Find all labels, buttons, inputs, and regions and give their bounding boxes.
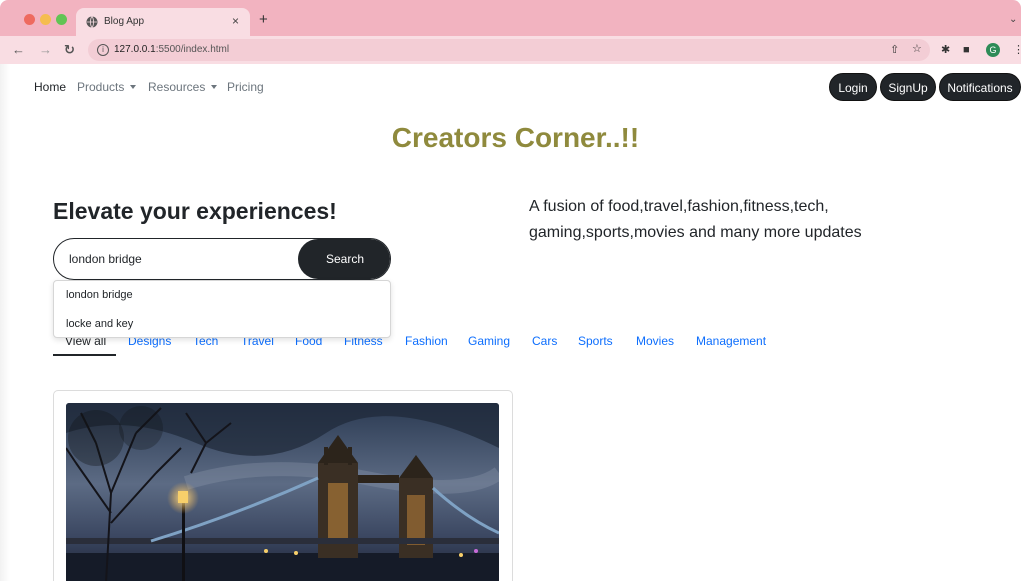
search-button[interactable]: Search bbox=[298, 239, 390, 279]
signup-button[interactable]: SignUp bbox=[880, 73, 936, 101]
tab-management[interactable]: Management bbox=[696, 334, 766, 348]
share-icon[interactable]: ⇧ bbox=[890, 43, 899, 57]
suggestion-item[interactable]: london bridge bbox=[66, 289, 133, 301]
tab-list-chevron-icon[interactable]: ⌄ bbox=[1009, 14, 1017, 25]
tab-sports[interactable]: Sports bbox=[578, 334, 613, 348]
caret-down-icon bbox=[211, 85, 218, 89]
browser-tab[interactable]: Blog App × bbox=[76, 8, 250, 36]
profile-avatar[interactable]: G bbox=[986, 43, 1000, 57]
url-bar[interactable]: i 127.0.0.1:5500/index.html ⇧ ☆ bbox=[88, 39, 930, 61]
browser-tab-strip: Blog App × + ⌄ bbox=[0, 0, 1021, 36]
blog-page: Home Products Resources Pricing Login Si… bbox=[10, 64, 1021, 581]
bookmark-star-icon[interactable]: ☆ bbox=[912, 42, 922, 56]
nav-home[interactable]: Home bbox=[34, 80, 66, 94]
new-tab-button[interactable]: + bbox=[259, 12, 268, 27]
nav-resources-dropdown[interactable]: Resources bbox=[148, 80, 218, 94]
zoom-window-button[interactable] bbox=[56, 14, 67, 25]
search-input[interactable] bbox=[54, 239, 299, 279]
hero-description: A fusion of food,travel,fashion,fitness,… bbox=[529, 198, 862, 241]
extensions-puzzle-icon[interactable]: ✱ bbox=[941, 43, 950, 57]
close-window-button[interactable] bbox=[24, 14, 35, 25]
login-button[interactable]: Login bbox=[829, 73, 877, 101]
globe-icon bbox=[86, 16, 98, 28]
nav-pricing[interactable]: Pricing bbox=[227, 80, 264, 94]
tab-gaming[interactable]: Gaming bbox=[468, 334, 510, 348]
minimize-window-button[interactable] bbox=[40, 14, 51, 25]
blog-card[interactable] bbox=[53, 390, 513, 581]
close-tab-icon[interactable]: × bbox=[232, 14, 239, 28]
browser-menu-icon[interactable]: ⋮ bbox=[1013, 43, 1021, 57]
tab-title: Blog App bbox=[104, 16, 145, 27]
sidepanel-icon[interactable]: ■ bbox=[963, 43, 970, 57]
nav-products-dropdown[interactable]: Products bbox=[77, 80, 137, 94]
tower-bridge-image[interactable] bbox=[66, 403, 499, 581]
active-tab-underline bbox=[53, 354, 116, 356]
tab-movies[interactable]: Movies bbox=[636, 334, 674, 348]
site-info-icon[interactable]: i bbox=[97, 44, 109, 56]
caret-down-icon bbox=[130, 85, 137, 89]
url-text[interactable]: 127.0.0.1:5500/index.html bbox=[114, 44, 229, 55]
back-arrow-icon[interactable]: ← bbox=[12, 42, 25, 58]
site-title: Creators Corner..!! bbox=[391, 122, 640, 153]
forward-arrow-icon[interactable]: → bbox=[39, 42, 52, 58]
page-left-edge bbox=[0, 64, 10, 581]
notifications-button[interactable]: Notifications bbox=[939, 73, 1021, 101]
search-suggestions: london bridge locke and key bbox=[53, 280, 391, 338]
hero-heading: Elevate your experiences! bbox=[53, 198, 337, 224]
tab-cars[interactable]: Cars bbox=[532, 334, 557, 348]
search-form: Search bbox=[53, 238, 391, 280]
suggestion-item[interactable]: locke and key bbox=[66, 318, 133, 330]
tab-fashion[interactable]: Fashion bbox=[405, 334, 448, 348]
reload-icon[interactable]: ↻ bbox=[64, 42, 75, 58]
address-toolbar: ← → ↻ i 127.0.0.1:5500/index.html ⇧ ☆ ✱ … bbox=[0, 36, 1021, 64]
